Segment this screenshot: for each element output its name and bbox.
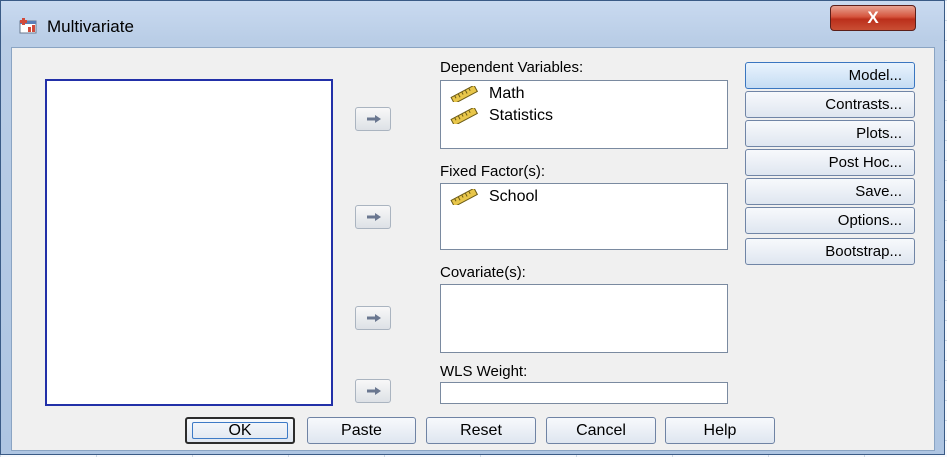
ok-button[interactable]: OK <box>185 417 295 444</box>
cancel-button[interactable]: Cancel <box>546 417 656 444</box>
move-to-dependent-button[interactable] <box>355 107 391 131</box>
list-item[interactable]: Math <box>441 83 727 105</box>
right-arrow-icon <box>367 213 381 221</box>
right-arrow-icon <box>367 314 381 322</box>
contrasts-button[interactable]: Contrasts... <box>745 91 915 118</box>
model-button[interactable]: Model... <box>745 62 915 89</box>
app-icon <box>19 18 37 34</box>
list-item[interactable]: Statistics <box>441 105 727 127</box>
options-button[interactable]: Options... <box>745 207 915 234</box>
paste-button[interactable]: Paste <box>307 417 416 444</box>
fixed-factors-label: Fixed Factor(s): <box>440 163 546 180</box>
right-arrow-icon <box>367 115 381 123</box>
list-item[interactable]: School <box>441 186 727 208</box>
right-arrow-icon <box>367 387 381 395</box>
scale-ruler-icon <box>450 189 479 205</box>
wls-weight-field[interactable] <box>440 382 728 404</box>
window-title: Multivariate <box>47 17 134 36</box>
wls-weight-label: WLS Weight: <box>440 363 528 380</box>
title-bar[interactable]: Multivariate X <box>1 1 944 47</box>
scale-ruler-icon <box>450 86 479 102</box>
dependent-variables-label: Dependent Variables: <box>440 59 584 76</box>
dependent-variables-list[interactable]: Math Statistics <box>440 80 728 149</box>
save-button[interactable]: Save... <box>745 178 915 205</box>
variable-name: Statistics <box>489 107 554 124</box>
move-to-covariate-button[interactable] <box>355 306 391 330</box>
help-button[interactable]: Help <box>665 417 775 444</box>
post-hoc-button[interactable]: Post Hoc... <box>745 149 915 176</box>
variable-name: School <box>489 188 538 205</box>
reset-button[interactable]: Reset <box>426 417 536 444</box>
move-to-fixed-factor-button[interactable] <box>355 205 391 229</box>
move-to-wls-weight-button[interactable] <box>355 379 391 403</box>
covariates-label: Covariate(s): <box>440 264 526 281</box>
fixed-factors-list[interactable]: School <box>440 183 728 250</box>
close-icon: X <box>867 8 879 27</box>
variable-name: Math <box>489 85 525 102</box>
close-button[interactable]: X <box>830 5 916 31</box>
bootstrap-button[interactable]: Bootstrap... <box>745 238 915 265</box>
scale-ruler-icon <box>450 108 479 124</box>
source-variable-list[interactable] <box>45 79 333 406</box>
covariates-list[interactable] <box>440 284 728 353</box>
dialog-body: Dependent Variables: Math Statistics Fix… <box>11 47 935 451</box>
plots-button[interactable]: Plots... <box>745 120 915 147</box>
multivariate-dialog: Multivariate X Dependent Variables: Math… <box>0 0 945 455</box>
